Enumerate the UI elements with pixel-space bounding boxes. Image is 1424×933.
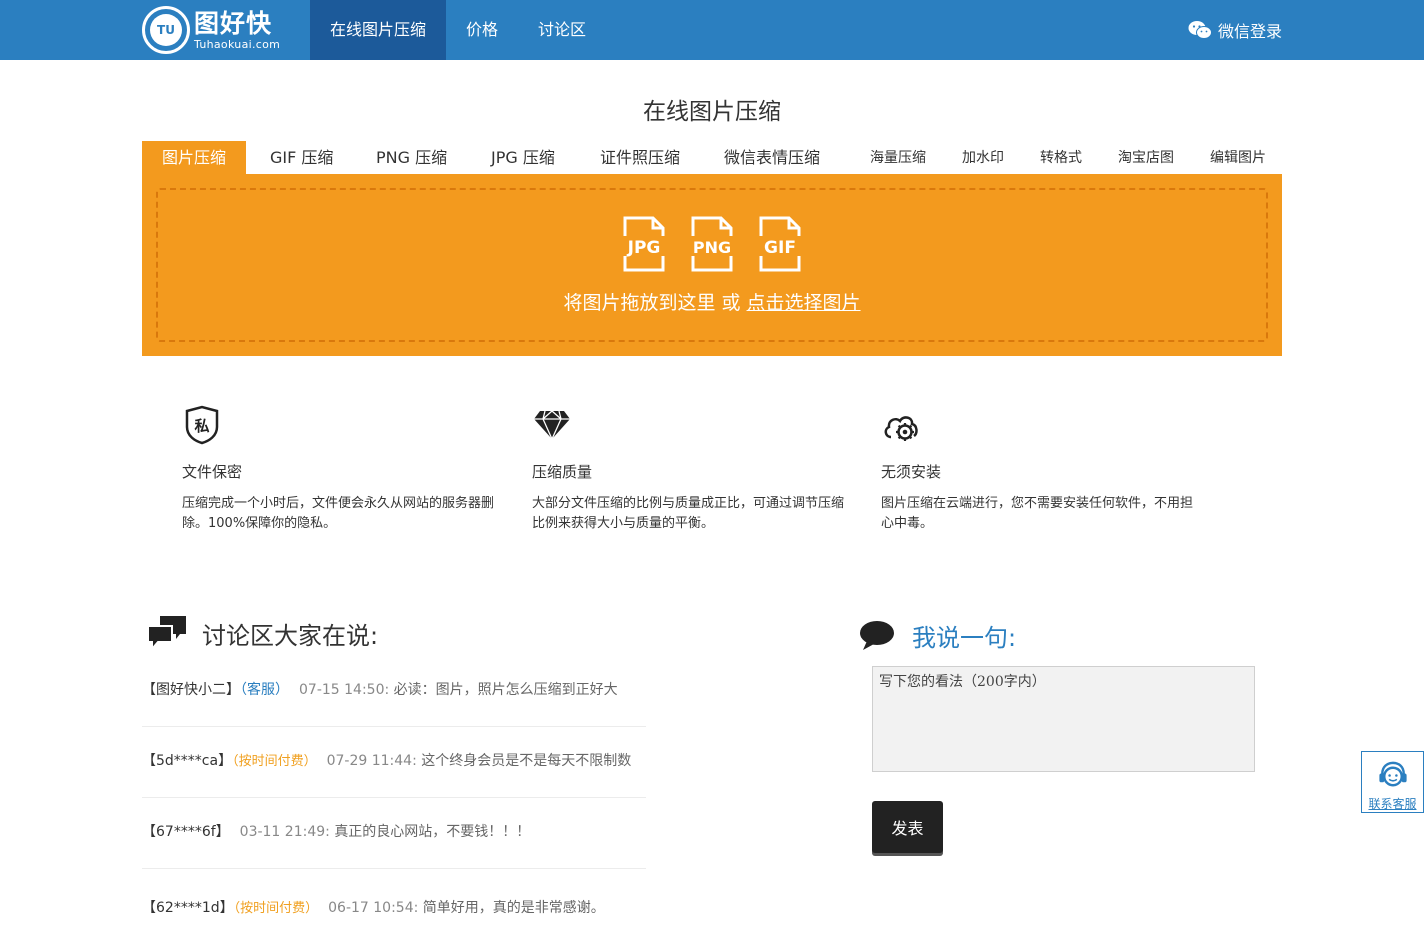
drop-text: 将图片拖放到这里 或 xyxy=(563,292,747,314)
nav-pricing[interactable]: 价格 xyxy=(446,0,518,60)
comment-divider xyxy=(142,726,646,727)
comment-message[interactable]: 真正的良心网站，不要钱！！！ xyxy=(334,824,530,840)
say-header: 我说一句: xyxy=(859,618,1016,653)
say-title: 我说一句: xyxy=(912,624,1017,652)
tab-jpg-compress[interactable]: JPG 压缩 xyxy=(491,141,555,174)
nav-compress[interactable]: 在线图片压缩 xyxy=(310,0,447,60)
comment-time: 07-15 14:50: xyxy=(299,682,390,698)
comment-item: 【67****6f】 03-11 21:49: 真正的良心网站，不要钱！！！ xyxy=(142,821,646,841)
logo-badge-text: TU xyxy=(150,14,182,46)
upload-panel: JPG PNG GIF 将图片拖放到这里 或 点击选择图片 xyxy=(142,174,1282,356)
diamond-icon xyxy=(534,410,570,440)
shield-private-icon: 私 xyxy=(185,405,219,445)
feature-privacy: 私 文件保密 压缩完成一个小时后，文件便会永久从网站的服务器删除。100%保障你… xyxy=(182,405,502,534)
png-label: PNG xyxy=(693,238,731,257)
comment-item: 【5d****ca】（按时间付费） 07-29 11:44: 这个终身会员是不是每… xyxy=(142,750,646,770)
customer-service-widget[interactable]: 联系客服 xyxy=(1361,751,1424,813)
upload-dropzone[interactable]: JPG PNG GIF 将图片拖放到这里 或 点击选择图片 xyxy=(156,188,1268,342)
discussion-header: 讨论区大家在说: xyxy=(146,614,378,652)
service-label: 联系客服 xyxy=(1368,797,1417,811)
top-navbar: TU 图好快 Tuhaokuai.com 在线图片压缩 价格 讨论区 微信登录 xyxy=(0,0,1424,60)
comment-message[interactable]: 这个终身会员是不是每天不限制数 xyxy=(421,753,631,769)
feature-no-install: 无须安装 图片压缩在云端进行，您不需要安装任何软件，不用担心中毒。 xyxy=(881,405,1201,534)
comment-time: 03-11 21:49: xyxy=(239,824,330,840)
comment-message[interactable]: 必读：图片，照片怎么压缩到正好大 xyxy=(394,682,618,698)
discussion-title: 讨论区大家在说: xyxy=(202,621,379,650)
comment-message[interactable]: 简单好用，真的是非常感谢。 xyxy=(423,900,605,916)
private-glyph: 私 xyxy=(193,417,209,435)
tab-gif-compress[interactable]: GIF 压缩 xyxy=(270,141,333,174)
tab-edit-image[interactable]: 编辑图片 xyxy=(1210,141,1266,174)
feature-desc: 大部分文件压缩的比例与质量成正比，可通过调节压缩比例来获得大小与质量的平衡。 xyxy=(532,496,845,531)
comment-role: （按时间付费） xyxy=(232,754,317,769)
submit-comment-button[interactable]: 发表 xyxy=(872,801,943,853)
comment-user: 【图好快小二】 xyxy=(142,682,240,698)
comment-user: 【62****1d】 xyxy=(142,900,234,916)
gif-label: GIF xyxy=(764,238,796,258)
chat-bubbles-icon xyxy=(147,616,186,652)
comment-item: 【62****1d】（按时间付费） 06-17 10:54: 简单好用，真的是非常… xyxy=(142,897,646,917)
comment-user: 【5d****ca】 xyxy=(142,753,233,769)
comment-time: 06-17 10:54: xyxy=(328,900,419,916)
main-nav: 在线图片压缩 价格 讨论区 xyxy=(310,0,606,60)
headset-icon xyxy=(1378,761,1407,787)
page-title: 在线图片压缩 xyxy=(643,99,781,125)
comment-item: 【图好快小二】（客服） 07-15 14:50: 必读：图片，照片怎么压缩到正好大 xyxy=(142,679,646,699)
feature-desc: 图片压缩在云端进行，您不需要安装任何软件，不用担心中毒。 xyxy=(881,496,1194,531)
tab-png-compress[interactable]: PNG 压缩 xyxy=(376,141,447,174)
tool-tabs: 图片压缩 GIF 压缩 PNG 压缩 JPG 压缩 证件照压缩 微信表情压缩 海… xyxy=(142,141,1282,174)
select-image-link[interactable]: 点击选择图片 xyxy=(747,292,861,314)
comment-time: 07-29 11:44: xyxy=(326,753,417,769)
feature-quality: 压缩质量 大部分文件压缩的比例与质量成正比，可通过调节压缩比例来获得大小与质量的… xyxy=(532,405,852,534)
site-logo[interactable]: TU 图好快 Tuhaokuai.com xyxy=(142,4,280,56)
wechat-icon xyxy=(1188,21,1212,39)
nav-discussion[interactable]: 讨论区 xyxy=(518,0,606,60)
tab-id-photo-compress[interactable]: 证件照压缩 xyxy=(600,141,680,174)
login-label: 微信登录 xyxy=(1217,22,1282,41)
tab-convert-format[interactable]: 转格式 xyxy=(1040,141,1082,174)
upload-instructions: 将图片拖放到这里 或 点击选择图片 xyxy=(158,288,1266,315)
comment-divider xyxy=(142,868,646,869)
tab-watermark[interactable]: 加水印 xyxy=(962,141,1004,174)
logo-domain: Tuhaokuai.com xyxy=(194,37,281,51)
feature-title: 文件保密 xyxy=(182,463,243,481)
jpg-label: JPG xyxy=(627,238,661,258)
tab-wechat-sticker-compress[interactable]: 微信表情压缩 xyxy=(724,141,820,174)
comment-role: （按时间付费） xyxy=(233,901,319,916)
wechat-login-button[interactable]: 微信登录 xyxy=(1188,0,1282,60)
feature-title: 无须安装 xyxy=(881,463,942,481)
feature-title: 压缩质量 xyxy=(532,463,593,481)
tab-taobao-images[interactable]: 淘宝店图 xyxy=(1118,141,1174,174)
gif-file-icon: GIF xyxy=(757,216,803,272)
comment-role: （客服） xyxy=(240,682,289,698)
speech-bubble-icon xyxy=(860,620,894,650)
logo-badge-icon: TU xyxy=(142,6,190,54)
comment-divider xyxy=(142,797,646,798)
logo-name: 图好快 xyxy=(194,8,273,38)
png-file-icon: PNG xyxy=(689,216,735,272)
jpg-file-icon: JPG xyxy=(621,216,667,272)
feature-desc: 压缩完成一个小时后，文件便会永久从网站的服务器删除。100%保障你的隐私。 xyxy=(182,496,495,531)
comment-textarea[interactable] xyxy=(872,666,1255,772)
comment-user: 【67****6f】 xyxy=(142,824,230,840)
tab-bulk-compress[interactable]: 海量压缩 xyxy=(870,141,926,174)
cloud-gear-icon xyxy=(884,416,918,441)
tab-image-compress[interactable]: 图片压缩 xyxy=(142,141,247,174)
